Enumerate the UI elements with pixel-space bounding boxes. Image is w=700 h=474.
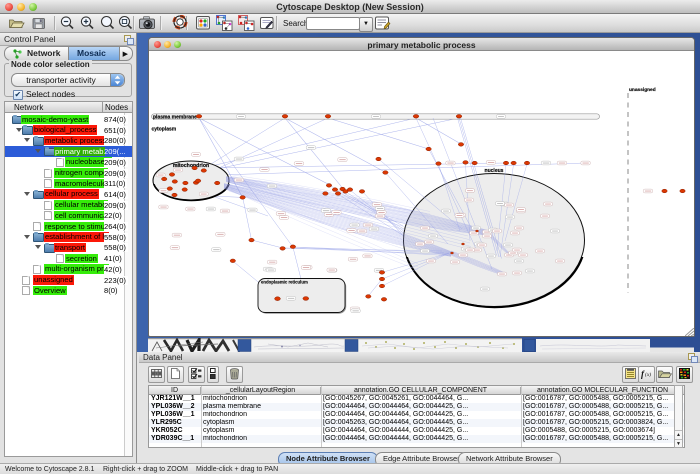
svg-text:nucleus: nucleus: [485, 168, 504, 174]
svg-text:(x): (x): [645, 371, 651, 378]
svg-text:endoplasmic reticulum: endoplasmic reticulum: [261, 280, 308, 285]
svg-text:cytoplasm: cytoplasm: [152, 127, 177, 133]
svg-text:unassigned: unassigned: [629, 87, 656, 93]
svg-text:plasma membrane: plasma membrane: [153, 114, 197, 120]
